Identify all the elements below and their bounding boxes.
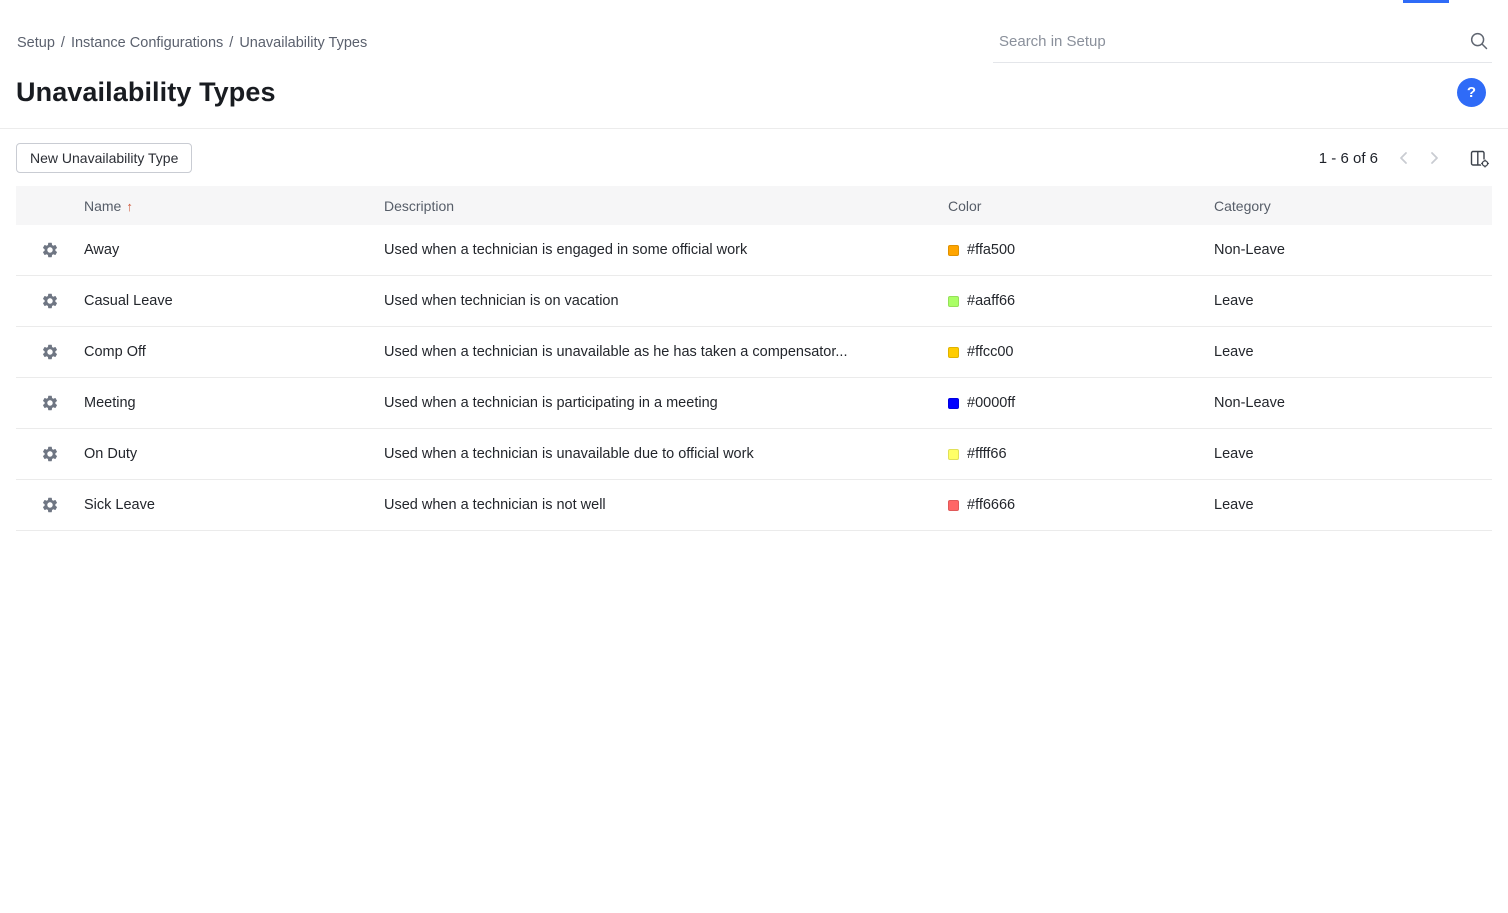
search-input[interactable] <box>999 32 1468 50</box>
table-row[interactable]: On Duty Used when a technician is unavai… <box>16 429 1492 480</box>
breadcrumb-separator: / <box>60 35 65 51</box>
cell-color: #ffcc00 <box>948 344 1214 360</box>
cell-description: Used when a technician is unavailable as… <box>384 344 848 360</box>
row-settings-gear-icon[interactable] <box>41 343 59 361</box>
cell-category: Leave <box>1214 293 1254 309</box>
cell-category: Non-Leave <box>1214 242 1285 258</box>
next-page-icon[interactable] <box>1424 148 1444 168</box>
color-swatch <box>948 244 959 256</box>
search-icon[interactable] <box>1468 30 1490 52</box>
cell-name[interactable]: Sick Leave <box>84 497 384 513</box>
cell-category: Leave <box>1214 446 1254 462</box>
new-unavailability-type-button[interactable]: New Unavailability Type <box>16 143 193 173</box>
cell-description: Used when a technician is engaged in som… <box>384 242 748 258</box>
cell-description: Used when a technician is unavailable du… <box>384 446 754 462</box>
color-swatch <box>948 397 959 409</box>
breadcrumb-item-setup[interactable]: Setup <box>17 35 55 51</box>
color-hex: #ff6666 <box>967 497 1016 513</box>
color-hex: #aaff66 <box>967 293 1016 309</box>
color-hex: #ffa500 <box>967 242 1016 258</box>
cell-color: #aaff66 <box>948 293 1214 309</box>
row-settings-gear-icon[interactable] <box>41 445 59 463</box>
cell-name[interactable]: Comp Off <box>84 344 384 360</box>
cell-name[interactable]: Away <box>84 242 384 258</box>
cell-description: Used when a technician is participating … <box>384 395 718 411</box>
row-settings-gear-icon[interactable] <box>41 241 59 259</box>
table-row[interactable]: Casual Leave Used when technician is on … <box>16 276 1492 327</box>
color-swatch <box>948 346 959 358</box>
column-header-name[interactable]: Name ↑ <box>84 198 384 214</box>
page-header: Setup / Instance Configurations / Unavailabi… <box>0 0 1508 129</box>
column-header-category[interactable]: Category <box>1214 198 1492 214</box>
color-hex: #0000ff <box>967 395 1016 411</box>
cell-category: Leave <box>1214 497 1254 513</box>
breadcrumb: Setup / Instance Configurations / Unavailabi… <box>17 24 367 51</box>
cell-color: #0000ff <box>948 395 1214 411</box>
breadcrumb-item-unavailability-types: Unavailability Types <box>239 35 368 51</box>
column-header-description[interactable]: Description <box>384 198 948 214</box>
color-swatch <box>948 448 959 460</box>
column-header-color[interactable]: Color <box>948 198 1214 214</box>
sort-ascending-icon[interactable]: ↑ <box>126 199 133 214</box>
toolbar: New Unavailability Type 1 - 6 of 6 <box>0 129 1508 186</box>
table-row[interactable]: Away Used when a technician is engaged i… <box>16 225 1492 276</box>
cell-category: Non-Leave <box>1214 395 1285 411</box>
table-header-row: Name ↑ Description Color Category <box>16 186 1492 225</box>
color-swatch <box>948 295 959 307</box>
help-button[interactable]: ? <box>1457 78 1486 107</box>
color-hex: #ffff66 <box>967 446 1007 462</box>
table-row[interactable]: Comp Off Used when a technician is unava… <box>16 327 1492 378</box>
row-settings-gear-icon[interactable] <box>41 496 59 514</box>
setup-search[interactable] <box>993 24 1492 63</box>
table-row[interactable]: Sick Leave Used when a technician is not… <box>16 480 1492 531</box>
row-settings-gear-icon[interactable] <box>41 292 59 310</box>
table-row[interactable]: Meeting Used when a technician is partic… <box>16 378 1492 429</box>
cell-name[interactable]: Casual Leave <box>84 293 384 309</box>
top-progress-bar <box>1403 0 1449 3</box>
cell-name[interactable]: On Duty <box>84 446 384 462</box>
cell-color: #ff6666 <box>948 497 1214 513</box>
cell-description: Used when technician is on vacation <box>384 293 619 309</box>
page-title: Unavailability Types <box>16 77 276 107</box>
cell-category: Leave <box>1214 344 1254 360</box>
previous-page-icon[interactable] <box>1394 148 1414 168</box>
cell-color: #ffa500 <box>948 242 1214 258</box>
pagination-range: 1 - 6 of 6 <box>1318 149 1378 167</box>
column-settings-icon[interactable] <box>1468 147 1490 169</box>
cell-description: Used when a technician is not well <box>384 497 606 513</box>
unavailability-types-table: Name ↑ Description Color Category Away Us… <box>16 186 1492 531</box>
breadcrumb-item-instance-configurations[interactable]: Instance Configurations <box>71 35 223 51</box>
color-hex: #ffcc00 <box>967 344 1014 360</box>
cell-name[interactable]: Meeting <box>84 395 384 411</box>
cell-color: #ffff66 <box>948 446 1214 462</box>
breadcrumb-separator: / <box>229 35 234 51</box>
color-swatch <box>948 499 959 511</box>
row-settings-gear-icon[interactable] <box>41 394 59 412</box>
